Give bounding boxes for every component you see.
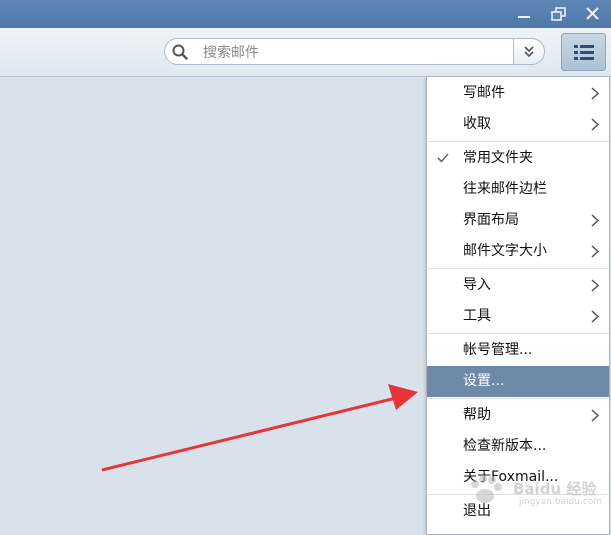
menu-separator — [427, 268, 609, 269]
main-menu-button[interactable] — [561, 33, 606, 71]
menu-item-label: 常用文件夹 — [463, 150, 533, 166]
menu-separator — [427, 333, 609, 334]
menu-item-account-management[interactable]: 帐号管理... — [427, 335, 609, 366]
search-box — [164, 38, 545, 65]
toolbar — [0, 28, 611, 77]
main-dropdown-menu: 写邮件 收取 常用文件夹 往来邮件边栏 界面布局 邮件文字大小 导入 工具 帐号… — [426, 76, 610, 535]
menu-item-receive[interactable]: 收取 — [427, 109, 609, 140]
chevron-right-icon — [591, 214, 599, 227]
watermark-text: Baidu 经验 — [513, 480, 597, 498]
menu-item-common-folders[interactable]: 常用文件夹 — [427, 143, 609, 174]
chevron-right-icon — [591, 279, 599, 292]
watermark-subtext: jingyan.baidu.com — [519, 497, 603, 507]
menu-item-label: 导入 — [463, 277, 491, 293]
chevron-right-icon — [591, 245, 599, 258]
double-chevron-down-icon — [524, 45, 534, 57]
chevron-right-icon — [591, 118, 599, 131]
menu-item-tools[interactable]: 工具 — [427, 301, 609, 332]
chevron-right-icon — [591, 87, 599, 100]
menu-separator — [427, 398, 609, 399]
search-input[interactable] — [201, 42, 505, 64]
menu-item-import[interactable]: 导入 — [427, 270, 609, 301]
menu-item-text-size[interactable]: 邮件文字大小 — [427, 236, 609, 267]
menu-item-label: 收取 — [463, 116, 491, 132]
baidu-watermark: Baidu 经验 jingyan.baidu.com — [463, 472, 603, 512]
minimize-icon[interactable] — [513, 4, 535, 24]
menu-item-label: 界面布局 — [463, 212, 519, 228]
close-icon[interactable] — [582, 4, 604, 24]
menu-item-layout[interactable]: 界面布局 — [427, 205, 609, 236]
menu-list-icon — [573, 45, 594, 60]
menu-item-label: 写邮件 — [463, 85, 505, 101]
chevron-right-icon — [591, 310, 599, 323]
menu-item-label: 设置... — [463, 373, 505, 389]
menu-item-label: 帮助 — [463, 407, 491, 423]
menu-item-contact-sidebar[interactable]: 往来邮件边栏 — [427, 174, 609, 205]
menu-separator — [427, 141, 609, 142]
menu-item-label: 往来邮件边栏 — [463, 181, 547, 197]
checkmark-icon — [437, 153, 449, 163]
menu-item-label: 邮件文字大小 — [463, 243, 547, 259]
paw-logo-icon — [471, 475, 502, 503]
menu-item-settings[interactable]: 设置... — [427, 366, 609, 397]
search-icon[interactable] — [171, 43, 189, 61]
menu-item-label: 检查新版本... — [463, 438, 547, 454]
menu-item-compose[interactable]: 写邮件 — [427, 78, 609, 109]
search-options-button[interactable] — [513, 38, 545, 65]
menu-item-label: 帐号管理... — [463, 342, 533, 358]
title-bar — [0, 0, 611, 28]
restore-icon[interactable] — [548, 4, 570, 24]
chevron-right-icon — [591, 409, 599, 422]
menu-item-check-updates[interactable]: 检查新版本... — [427, 431, 609, 462]
menu-item-help[interactable]: 帮助 — [427, 400, 609, 431]
menu-item-label: 工具 — [463, 308, 491, 324]
